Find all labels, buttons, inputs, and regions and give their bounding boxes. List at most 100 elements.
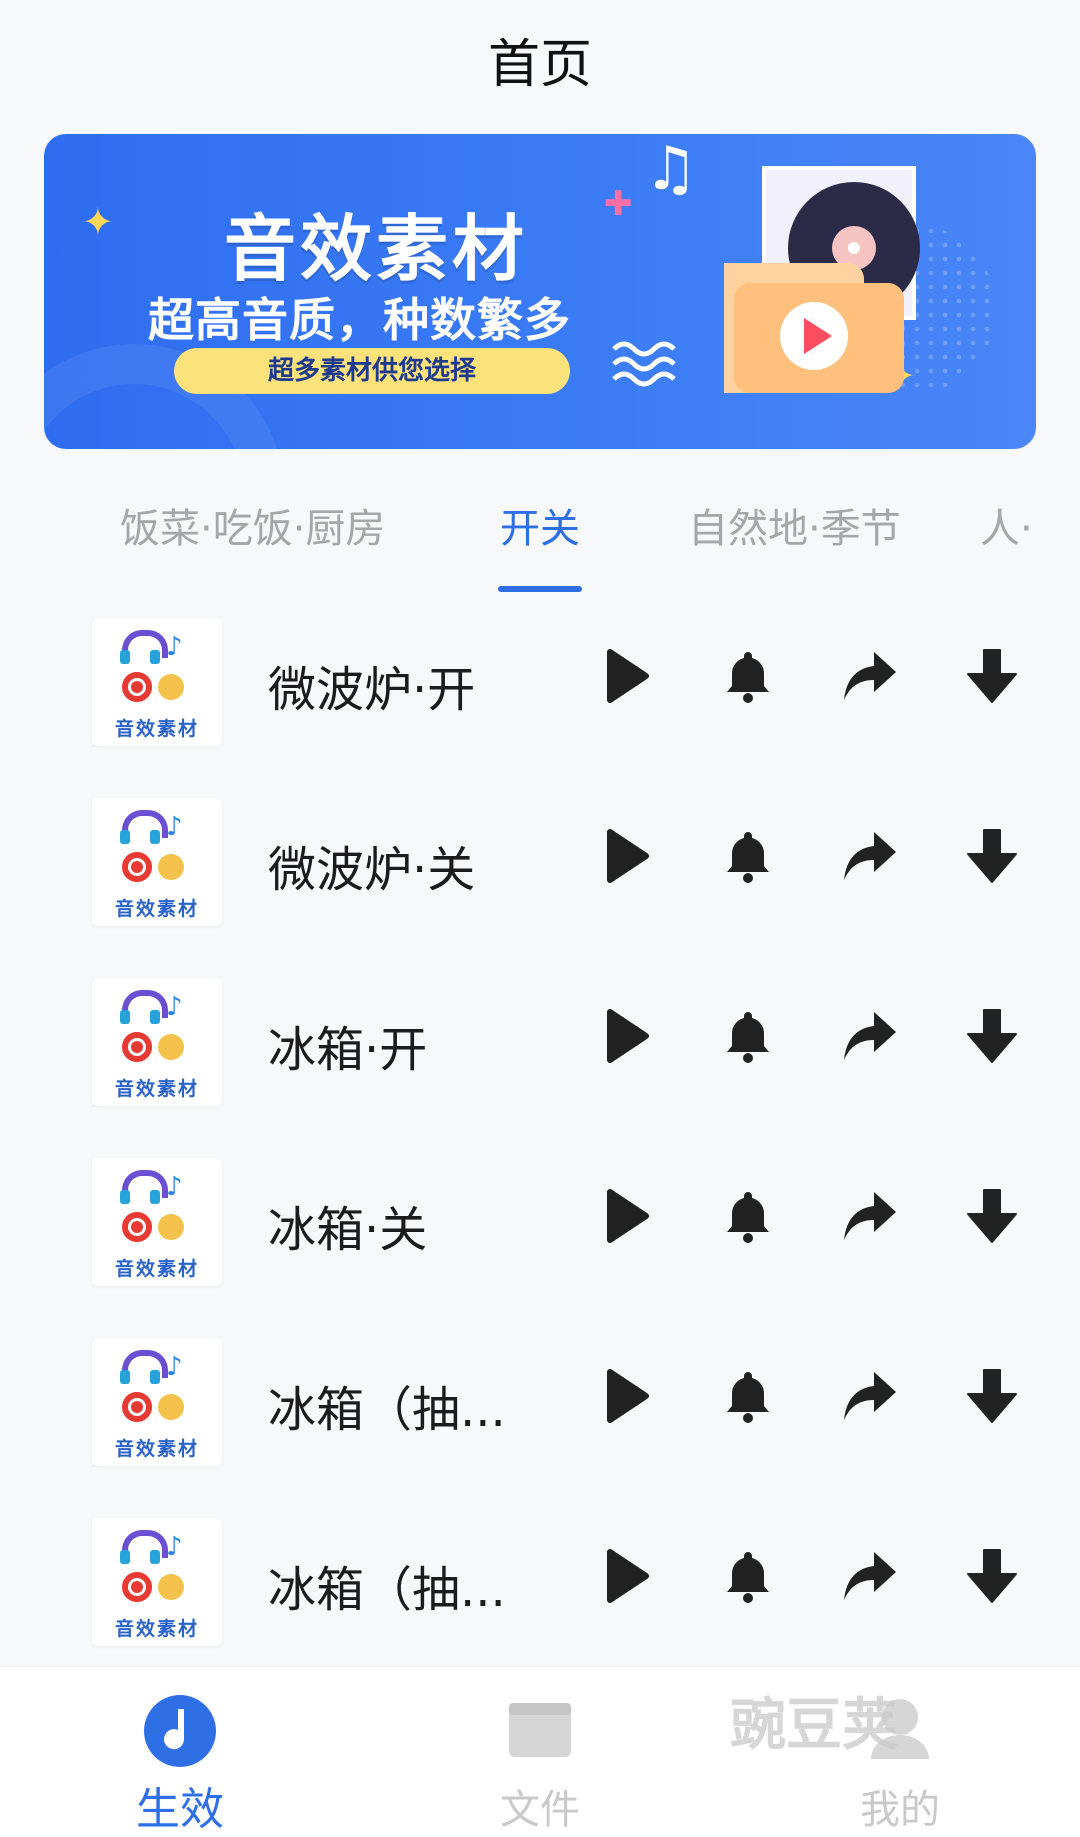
record-icon	[122, 1032, 152, 1062]
record-icon	[122, 672, 152, 702]
sound-name: 冰箱·关	[268, 1202, 428, 1258]
play-button[interactable]	[590, 1540, 662, 1612]
banner-pill[interactable]: 超多素材供您选择	[174, 348, 570, 394]
play-icon	[596, 1366, 656, 1426]
sound-thumbnail: ♪ 音效素材	[92, 618, 222, 746]
sound-row[interactable]: ♪ 音效素材 冰箱·开	[0, 970, 1080, 1110]
bell-icon	[718, 1366, 778, 1426]
download-icon	[962, 1186, 1022, 1246]
face-icon	[158, 1214, 184, 1240]
nav-files[interactable]: 文件	[460, 1677, 620, 1833]
download-button[interactable]	[956, 820, 1028, 892]
sound-row[interactable]: ♪ 音效素材 冰箱（抽...	[0, 1510, 1080, 1650]
nav-label: 生效	[136, 1784, 224, 1835]
nav-label: 我的	[860, 1787, 940, 1833]
play-button[interactable]	[590, 1180, 662, 1252]
headphone-cup-left	[120, 650, 130, 664]
sound-name: 微波炉·关	[268, 842, 476, 898]
download-button[interactable]	[956, 1540, 1028, 1612]
bell-icon	[718, 826, 778, 886]
bell-icon	[718, 1186, 778, 1246]
sound-name: 冰箱·开	[268, 1022, 428, 1078]
download-button[interactable]	[956, 1000, 1028, 1072]
tab-switch[interactable]: 开关	[500, 496, 580, 554]
thumbnail-caption: 音效素材	[114, 1618, 199, 1640]
music-disc-icon	[144, 1695, 216, 1767]
download-icon	[962, 1366, 1022, 1426]
tab-kitchen[interactable]: 饭菜·吃饭·厨房	[120, 496, 385, 554]
sound-row[interactable]: ♪ 音效素材 微波炉·关	[0, 790, 1080, 930]
face-icon	[158, 854, 184, 880]
play-icon	[596, 1006, 656, 1066]
play-icon	[596, 826, 656, 886]
tab-people[interactable]: 人·	[980, 496, 1033, 554]
play-button[interactable]	[590, 1000, 662, 1072]
active-tab-indicator	[498, 586, 582, 592]
watermark-text: 豌豆荚	[730, 1693, 898, 1758]
banner-subline: 超高音质，种数繁多	[148, 293, 571, 347]
play-button[interactable]	[590, 1360, 662, 1432]
face-icon	[158, 1034, 184, 1060]
speaker-icon: ♪	[166, 992, 183, 1022]
play-button[interactable]	[590, 820, 662, 892]
sound-thumbnail: ♪ 音效素材	[92, 1338, 222, 1466]
headphone-cup-right	[150, 1190, 160, 1204]
tab-nature[interactable]: 自然地·季节	[688, 496, 901, 554]
headphone-cup-right	[150, 1010, 160, 1024]
bell-button[interactable]	[712, 1540, 784, 1612]
sound-row[interactable]: ♪ 音效素材 微波炉·开	[0, 610, 1080, 750]
record-icon	[122, 1212, 152, 1242]
nav-shengxiao[interactable]: 生效	[100, 1677, 260, 1835]
sparkle-icon: ✚	[604, 184, 633, 224]
bell-button[interactable]	[712, 1360, 784, 1432]
record-icon	[122, 1572, 152, 1602]
download-icon	[962, 1546, 1022, 1606]
download-button[interactable]	[956, 1180, 1028, 1252]
share-button[interactable]	[834, 1180, 906, 1252]
speaker-icon: ♪	[166, 812, 183, 842]
sound-thumbnail: ♪ 音效素材	[92, 1158, 222, 1286]
bell-button[interactable]	[712, 640, 784, 712]
play-icon	[596, 1546, 656, 1606]
play-button[interactable]	[590, 640, 662, 712]
download-icon	[962, 1006, 1022, 1066]
nav-label: 文件	[500, 1787, 580, 1833]
thumbnail-caption: 音效素材	[114, 718, 199, 740]
promo-banner[interactable]: ✦ ✚ ✦ ♫ 音效素材 超高音质，种数繁多 超多素材供您选择	[44, 134, 1036, 449]
bell-icon	[718, 646, 778, 706]
thumbnail-caption: 音效素材	[114, 1258, 199, 1280]
download-icon	[962, 826, 1022, 886]
share-button[interactable]	[834, 1360, 906, 1432]
face-icon	[158, 674, 184, 700]
sound-row[interactable]: ♪ 音效素材 冰箱·关	[0, 1150, 1080, 1290]
headphone-cup-left	[120, 830, 130, 844]
download-icon	[962, 646, 1022, 706]
bell-button[interactable]	[712, 1000, 784, 1072]
play-icon	[596, 646, 656, 706]
sound-row[interactable]: ♪ 音效素材 冰箱（抽...	[0, 1330, 1080, 1470]
top-header: 首页	[0, 0, 1080, 120]
sound-thumbnail: ♪ 音效素材	[92, 1518, 222, 1646]
share-icon	[840, 646, 900, 706]
sound-thumbnail: ♪ 音效素材	[92, 798, 222, 926]
sound-name: 冰箱（抽...	[268, 1562, 506, 1618]
share-button[interactable]	[834, 1000, 906, 1072]
headphone-cup-left	[120, 1550, 130, 1564]
share-icon	[840, 826, 900, 886]
speaker-icon: ♪	[166, 1352, 183, 1382]
thumbnail-caption: 音效素材	[114, 1078, 199, 1100]
download-button[interactable]	[956, 1360, 1028, 1432]
sound-name: 微波炉·开	[268, 662, 476, 718]
record-icon	[122, 1392, 152, 1422]
bell-button[interactable]	[712, 1180, 784, 1252]
download-button[interactable]	[956, 640, 1028, 712]
bell-button[interactable]	[712, 820, 784, 892]
sound-thumbnail: ♪ 音效素材	[92, 978, 222, 1106]
headphone-cup-right	[150, 650, 160, 664]
share-icon	[840, 1366, 900, 1426]
share-button[interactable]	[834, 1540, 906, 1612]
share-button[interactable]	[834, 820, 906, 892]
face-icon	[158, 1574, 184, 1600]
sparkle-icon: ✦	[82, 200, 114, 244]
share-button[interactable]	[834, 640, 906, 712]
